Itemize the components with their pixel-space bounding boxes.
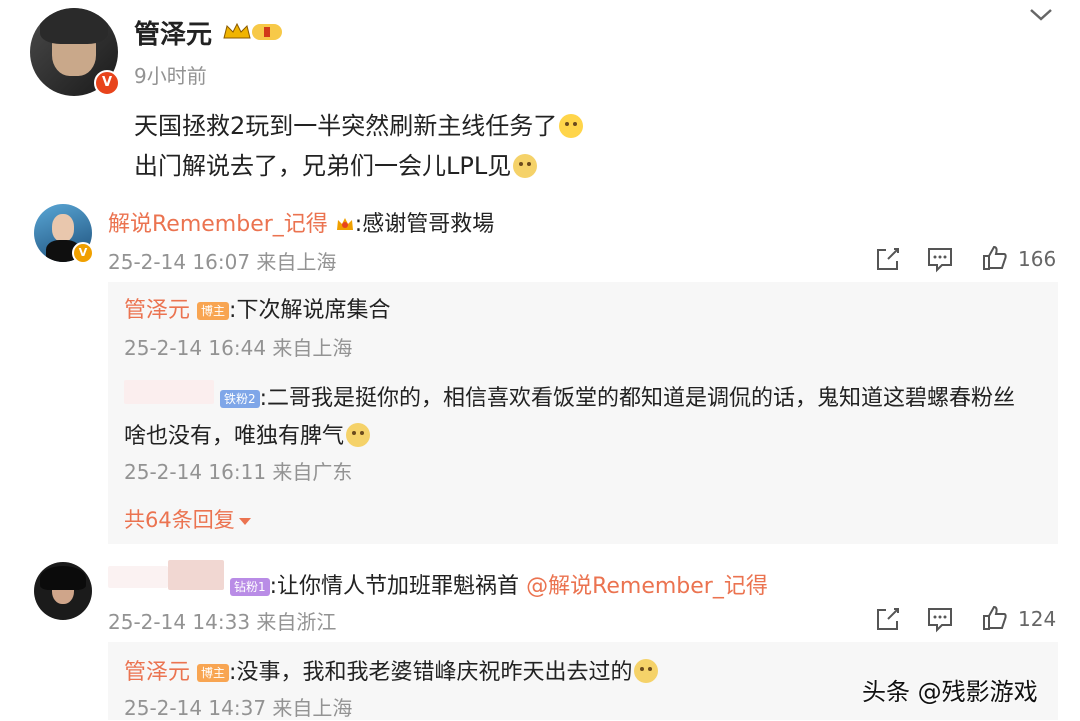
reply-line: 管泽元 博主:没事，我和我老婆错峰庆祝昨天出去过的 — [124, 654, 659, 686]
comment-avatar[interactable] — [34, 562, 92, 620]
verified-badge-icon: V — [72, 242, 94, 264]
comment-icon[interactable] — [926, 245, 954, 273]
crying-emoji-icon — [559, 114, 584, 138]
like-count: 166 — [1018, 247, 1057, 271]
doge-emoji-icon — [634, 659, 659, 683]
comment-text: :让你情人节加班罪魁祸首 — [269, 574, 520, 599]
reply-line: 管泽元 博主:下次解说席集合 — [124, 292, 390, 324]
comment-icon[interactable] — [926, 605, 954, 633]
like-icon[interactable] — [980, 604, 1008, 632]
doge-emoji-icon — [513, 154, 538, 178]
chevron-down-icon[interactable] — [1028, 4, 1054, 24]
redacted-username — [168, 560, 224, 590]
reply-text: :没事，我和我老婆错峰庆祝昨天出去过的 — [229, 660, 633, 685]
comment-meta: 25-2-14 16:07 来自上海 — [108, 250, 337, 274]
post-time: 9小时前 — [134, 64, 207, 88]
post-line-2-text: 出门解说去了，兄弟们一会儿LPL见 — [134, 152, 512, 180]
more-replies-link[interactable]: 共64条回复 — [124, 504, 251, 534]
caret-down-icon — [238, 518, 251, 525]
reply-author[interactable]: 管泽元 — [124, 298, 190, 323]
more-replies-label: 共64条回复 — [124, 508, 235, 532]
reply-text: :二哥我是挺你的，相信喜欢看饭堂的都知道是调侃的话，鬼知道这碧螺春粉丝 — [259, 386, 1016, 411]
post-line-2: 出门解说去了，兄弟们一会儿LPL见 — [134, 146, 538, 181]
redacted-username — [124, 380, 214, 404]
reply-line-continued: 啥也没有，唯独有脾气 — [124, 418, 371, 450]
reply-meta: 25-2-14 16:44 来自上海 — [124, 336, 353, 360]
like-icon[interactable] — [980, 244, 1008, 272]
reply-line: 铁粉2:二哥我是挺你的，相信喜欢看饭堂的都知道是调侃的话，鬼知道这碧螺春粉丝 — [220, 380, 1015, 412]
post-author-name[interactable]: 管泽元 — [134, 14, 212, 51]
fan-level-tag: 铁粉2 — [220, 390, 260, 408]
crown-icon — [335, 214, 355, 232]
vip-crown-icon — [222, 20, 284, 44]
reply-meta: 25-2-14 14:37 来自上海 — [124, 696, 353, 720]
watermark: 头条 @残影游戏 — [862, 678, 1038, 706]
reply-text-continued: 啥也没有，唯独有脾气 — [124, 424, 345, 449]
redacted-username — [108, 566, 168, 588]
doge-emoji-icon — [346, 423, 371, 447]
owner-tag: 博主 — [197, 664, 230, 682]
comment-meta: 25-2-14 14:33 来自浙江 — [108, 610, 337, 634]
owner-tag: 博主 — [197, 302, 230, 320]
reply-text: :下次解说席集合 — [229, 298, 391, 323]
mention-link[interactable]: @解说Remember_记得 — [526, 574, 768, 599]
post-line-1-text: 天国拯救2玩到一半突然刷新主线任务了 — [134, 112, 558, 140]
comment-1-line: 解说Remember_记得 :感谢管哥救場 — [108, 206, 494, 238]
comment-2-line: 钻粉1:让你情人节加班罪魁祸首 @解说Remember_记得 — [230, 568, 768, 600]
reply-author[interactable]: 管泽元 — [124, 660, 190, 685]
post-line-1: 天国拯救2玩到一半突然刷新主线任务了 — [134, 106, 584, 141]
reply-meta: 25-2-14 16:11 来自广东 — [124, 460, 353, 484]
fan-level-tag: 钻粉1 — [230, 578, 270, 596]
share-icon[interactable] — [874, 605, 902, 633]
verified-badge-icon: V — [94, 70, 120, 96]
comment-text: :感谢管哥救場 — [354, 212, 495, 237]
comment-author[interactable]: 解说Remember_记得 — [108, 212, 328, 237]
share-icon[interactable] — [874, 245, 902, 273]
like-count: 124 — [1018, 607, 1057, 631]
